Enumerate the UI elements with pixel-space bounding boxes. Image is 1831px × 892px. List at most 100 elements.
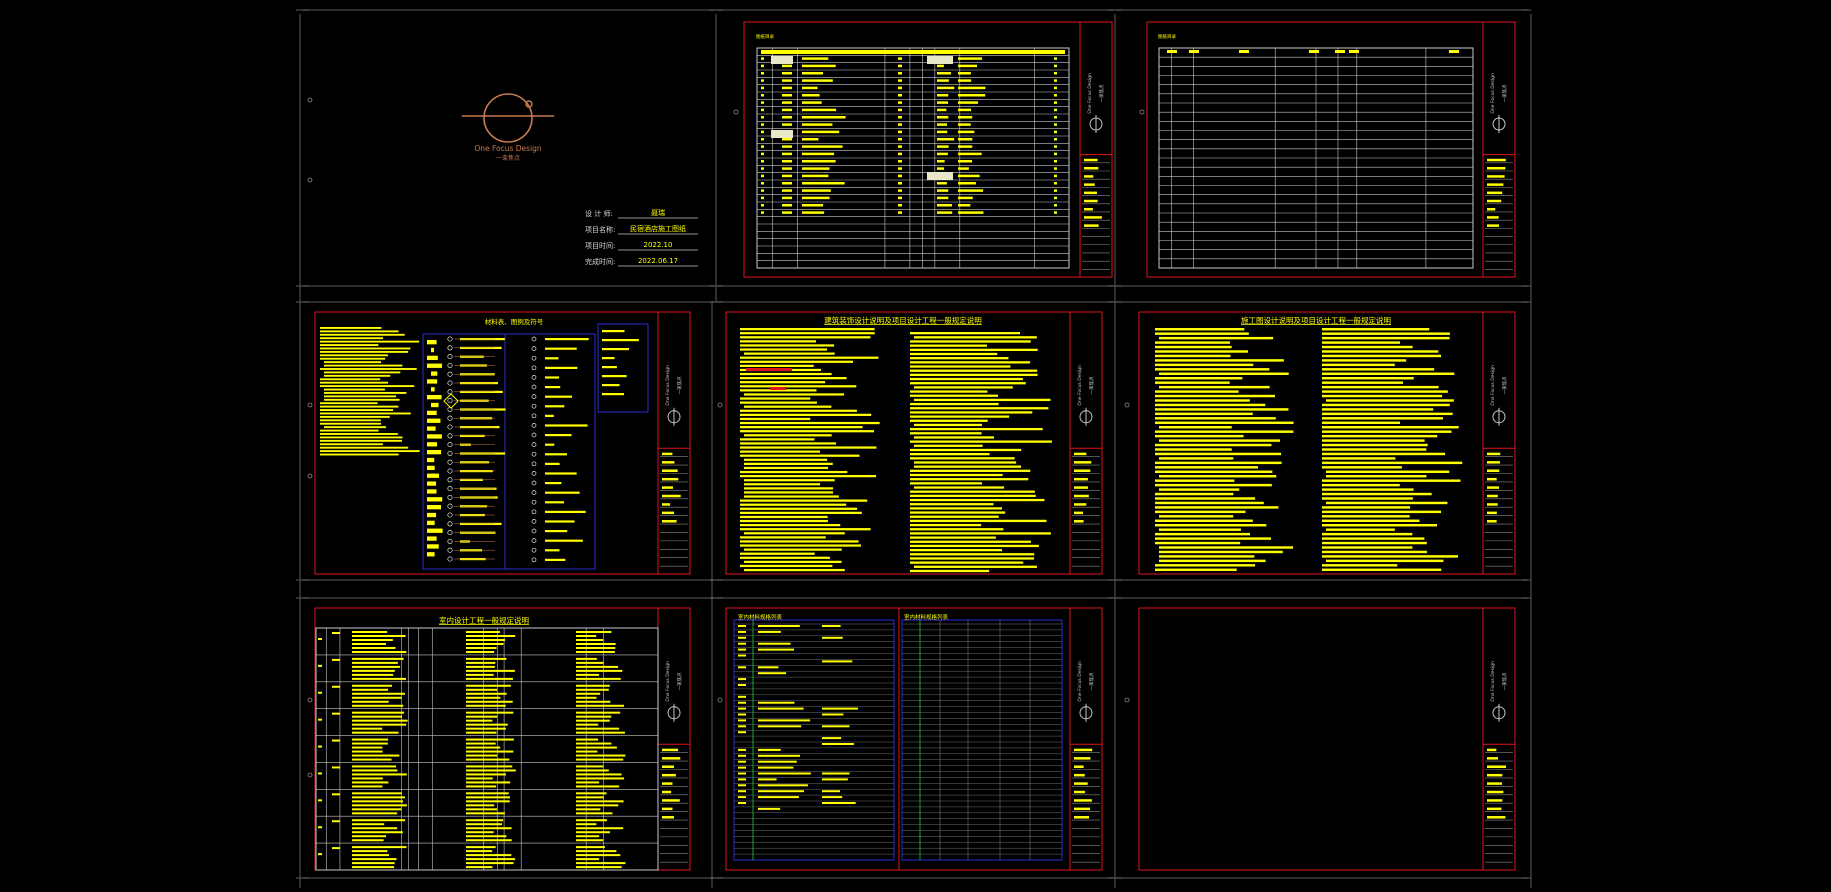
title-block-frame [1482,311,1516,575]
text-line [914,444,983,447]
title-block-brand: One Focus Design [665,365,671,406]
legend-label [545,347,577,350]
cell-code [782,145,792,148]
cell-name [802,211,825,214]
text-line [1322,555,1459,558]
cell-code-2 [937,116,949,119]
cell-name-2 [958,145,973,148]
text-line [744,462,833,465]
text-line [1322,515,1410,518]
text-line [427,355,438,361]
text-block [1155,328,1294,571]
text-line [910,503,994,506]
text-line [320,347,411,350]
text-line [427,465,435,471]
spec-text [466,692,507,695]
legend-label [545,395,572,398]
legend-symbol-icon [447,503,453,509]
spec-tag [738,731,746,734]
spec-code [332,766,340,769]
text-line [910,523,982,527]
spec-text [576,835,600,838]
title-block-text [662,486,673,489]
spec-text [576,647,616,649]
legend-label [545,501,564,504]
text-line [740,536,826,539]
cover-logo: One Focus Design 一束焦点 [462,93,554,162]
text-line [744,548,842,551]
sheet-title-spec-a: 室内材料规格列表 [738,613,783,621]
text-line [910,411,1033,414]
sheet-frame [1138,607,1516,871]
cover-row-label: 完成时间: [585,257,615,266]
cell-index [761,182,764,185]
registration-mark-icon [1139,109,1145,115]
text-line [320,419,381,422]
text-line [320,436,403,439]
cell-scale [898,174,902,178]
spec-tag [738,784,746,787]
spec-index [318,853,322,856]
text-line [1155,412,1253,416]
text-line [740,344,835,347]
cell-name [802,160,836,163]
text-line [740,528,871,531]
title-block-brand-cn: 一束焦点 [1088,672,1095,690]
spec-text [576,781,600,784]
text-line [320,402,378,405]
legend-label [545,338,589,341]
title-block: One Focus Design 一束焦点 [657,607,691,871]
text-line [1155,470,1273,473]
cell-name [802,94,820,97]
spec-text [352,804,407,807]
spec-text [466,727,506,730]
spec-text [466,831,494,834]
title-block-text [662,816,674,819]
cad-model-space-canvas[interactable]: One Focus Design 一束焦点 设 计 师: 聂瑞 项目名称: 民宿… [0,0,1831,892]
text-line [1155,345,1232,349]
legend-symbol-icon [531,528,537,534]
text-line [1326,501,1448,505]
spec-text [352,711,405,714]
cell-index [761,204,764,207]
text-line [910,440,1052,443]
spec-text [466,742,496,745]
text-line [427,528,443,533]
spec-text [576,827,624,830]
spec-text [466,696,501,699]
text-line [914,336,1037,339]
text-line [1322,524,1437,527]
legend-symbol-icon [447,415,453,421]
text-line [740,540,859,543]
text-line [431,402,439,408]
cell-mark [1054,108,1057,112]
registration-mark-icon [307,402,313,408]
cell-scale [898,138,902,141]
cell-name [802,123,833,126]
sheet-cover[interactable]: One Focus Design 一束焦点 设 计 师: 聂瑞 项目名称: 民宿… [462,93,698,267]
text-line [910,498,1045,502]
title-block-text [1487,807,1502,811]
title-block-text [1487,494,1498,498]
text-line [740,524,841,527]
legend-symbol-icon [447,521,453,527]
legend-symbol-icon [447,538,453,544]
text-line [740,519,828,523]
title-block-text [1084,216,1102,219]
legend-symbol-icon [447,442,453,448]
spec-text [352,800,404,803]
legend-symbol-icon [447,380,453,386]
sheet-title-spec-b: 室内材料规格列表 [904,613,949,621]
title-block-frame [657,311,691,575]
legend-label [545,472,577,475]
cell-scale [898,86,902,90]
text-line [740,328,875,331]
legend-label [545,510,586,513]
legend-note [602,339,639,342]
registration-mark-icon [733,109,739,115]
title-block-brand-cn: 一束焦点 [1501,84,1508,102]
text-line [320,337,384,340]
text-line [744,405,832,408]
spec-tag [738,713,746,716]
spec-text [576,846,605,849]
